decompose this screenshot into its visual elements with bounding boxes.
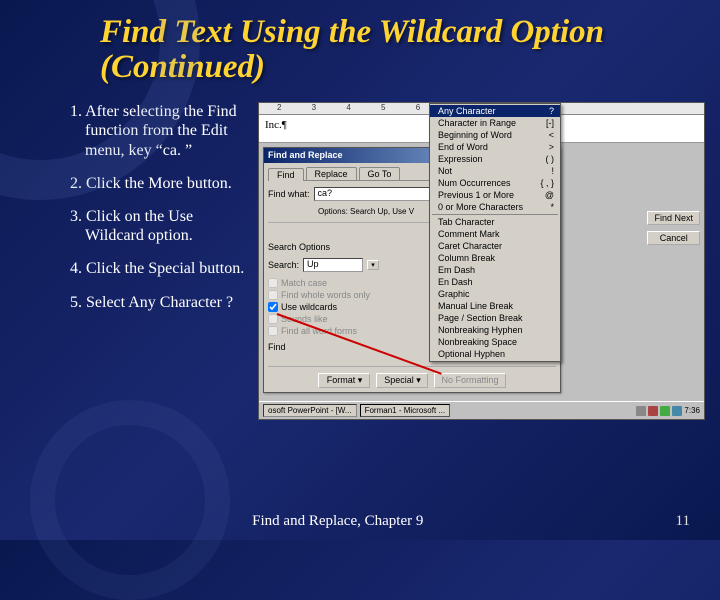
no-formatting-button[interactable]: No Formatting bbox=[434, 373, 505, 388]
word-forms-checkbox[interactable] bbox=[268, 326, 278, 336]
taskbar-app-word[interactable]: Forman1 - Microsoft ... bbox=[360, 404, 450, 417]
menu-nonbreaking-hyphen[interactable]: Nonbreaking Hyphen bbox=[430, 324, 560, 336]
footer-chapter: Find and Replace, Chapter 9 bbox=[252, 513, 423, 530]
tab-replace[interactable]: Replace bbox=[306, 167, 357, 180]
tray-icon[interactable] bbox=[672, 406, 682, 416]
slide-footer: Find and Replace, Chapter 9 11 bbox=[0, 513, 720, 530]
menu-optional-hyphen[interactable]: Optional Hyphen bbox=[430, 348, 560, 360]
footer-page-number: 11 bbox=[676, 513, 690, 530]
special-context-menu: Any Character? Character in Range[-] Beg… bbox=[429, 103, 561, 362]
taskbar-clock: 7:36 bbox=[684, 406, 700, 415]
instruction-item: 2. Click the More button. bbox=[70, 174, 250, 193]
special-button[interactable]: Special ▾ bbox=[376, 373, 428, 388]
taskbar-app-powerpoint[interactable]: osoft PowerPoint - [W... bbox=[263, 404, 357, 417]
menu-prev-1-more[interactable]: Previous 1 or More@ bbox=[430, 189, 560, 201]
tray-icon[interactable] bbox=[636, 406, 646, 416]
menu-graphic[interactable]: Graphic bbox=[430, 288, 560, 300]
match-case-checkbox[interactable] bbox=[268, 278, 278, 288]
taskbar: osoft PowerPoint - [W... Forman1 - Micro… bbox=[259, 401, 704, 419]
options-value: Search Up, Use V bbox=[350, 207, 414, 216]
menu-column-break[interactable]: Column Break bbox=[430, 252, 560, 264]
menu-any-character[interactable]: Any Character? bbox=[430, 105, 560, 117]
cancel-button[interactable]: Cancel bbox=[647, 231, 700, 245]
format-button[interactable]: Format ▾ bbox=[318, 373, 370, 388]
tray-icon[interactable] bbox=[660, 406, 670, 416]
tab-find[interactable]: Find bbox=[268, 168, 304, 181]
menu-expression[interactable]: Expression( ) bbox=[430, 153, 560, 165]
search-label: Search: bbox=[268, 260, 299, 270]
sounds-like-checkbox[interactable] bbox=[268, 314, 278, 324]
tray-icon[interactable] bbox=[648, 406, 658, 416]
instruction-item: 1. After selecting the Find function fro… bbox=[70, 102, 250, 160]
search-direction-select[interactable]: Up bbox=[303, 258, 363, 272]
menu-nonbreaking-space[interactable]: Nonbreaking Space bbox=[430, 336, 560, 348]
menu-end-word[interactable]: End of Word> bbox=[430, 141, 560, 153]
use-wildcards-checkbox[interactable] bbox=[268, 302, 278, 312]
find-what-label: Find what: bbox=[268, 189, 310, 199]
dialog-title: Find and Replace bbox=[268, 150, 343, 161]
instruction-list: 1. After selecting the Find function fro… bbox=[70, 102, 250, 420]
instruction-item: 4. Click the Special button. bbox=[70, 259, 250, 278]
whole-words-checkbox[interactable] bbox=[268, 290, 278, 300]
whole-words-label: Find whole words only bbox=[281, 290, 370, 300]
menu-begin-word[interactable]: Beginning of Word< bbox=[430, 129, 560, 141]
menu-tab-char[interactable]: Tab Character bbox=[430, 216, 560, 228]
menu-caret-char[interactable]: Caret Character bbox=[430, 240, 560, 252]
search-direction-dropdown-icon[interactable]: ▾ bbox=[367, 260, 379, 270]
menu-en-dash[interactable]: En Dash bbox=[430, 276, 560, 288]
find-next-button[interactable]: Find Next bbox=[647, 211, 700, 225]
menu-num-occurrences[interactable]: Num Occurrences{ , } bbox=[430, 177, 560, 189]
match-case-label: Match case bbox=[281, 278, 327, 288]
tab-goto[interactable]: Go To bbox=[359, 167, 401, 180]
menu-comment-mark[interactable]: Comment Mark bbox=[430, 228, 560, 240]
instruction-item: 3. Click on the Use Wildcard option. bbox=[70, 207, 250, 245]
app-screenshot: 2 3 4 5 6 Inc.¶ Find and Replace ? ✕ Fin… bbox=[258, 102, 705, 420]
instruction-item: 5. Select Any Character ? bbox=[70, 293, 250, 312]
options-label: Options: bbox=[318, 207, 348, 216]
use-wildcards-label: Use wildcards bbox=[281, 302, 337, 312]
menu-zero-more[interactable]: 0 or More Characters* bbox=[430, 201, 560, 213]
menu-not[interactable]: Not! bbox=[430, 165, 560, 177]
menu-char-in-range[interactable]: Character in Range[-] bbox=[430, 117, 560, 129]
menu-manual-line-break[interactable]: Manual Line Break bbox=[430, 300, 560, 312]
menu-page-section-break[interactable]: Page / Section Break bbox=[430, 312, 560, 324]
slide-title: Find Text Using the Wildcard Option (Con… bbox=[0, 0, 720, 94]
menu-em-dash[interactable]: Em Dash bbox=[430, 264, 560, 276]
